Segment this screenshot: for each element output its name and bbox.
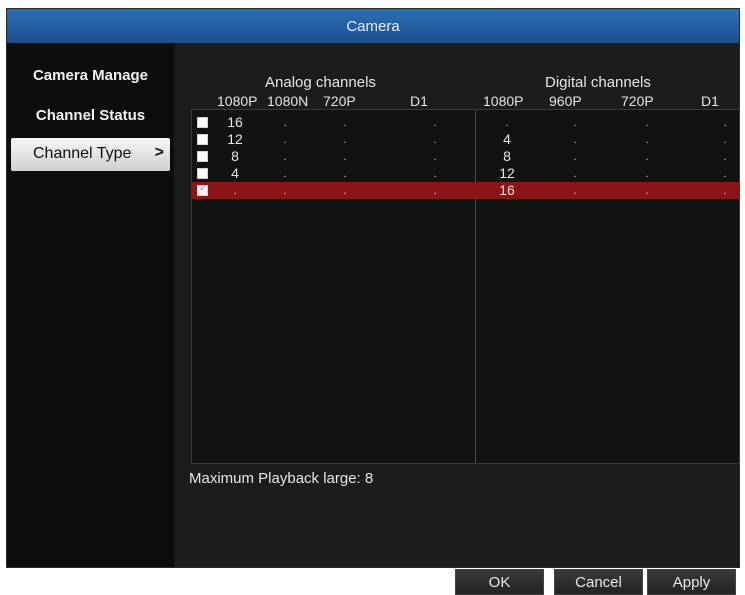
digital-cell: .: [645, 115, 649, 129]
digital-cell: 8: [503, 148, 511, 164]
analog-cell: .: [233, 183, 237, 197]
window-title: Camera: [7, 9, 739, 43]
apply-button[interactable]: Apply: [647, 569, 736, 595]
digital-channels-header: Digital channels: [545, 74, 651, 91]
analog-column-header: 1080N: [267, 93, 309, 109]
sidebar-item-camera-manage[interactable]: Camera Manage: [7, 67, 174, 84]
digital-cell: .: [573, 149, 577, 163]
digital-cell: 12: [499, 165, 515, 181]
digital-cell: .: [505, 115, 509, 129]
cancel-button[interactable]: Cancel: [554, 569, 643, 595]
sidebar-item-channel-status[interactable]: Channel Status: [7, 107, 174, 124]
digital-cell: .: [645, 183, 649, 197]
digital-cell: .: [723, 132, 727, 146]
digital-cell: .: [645, 132, 649, 146]
channel-type-grid: 16.......12...4...8...8...4...12.......1…: [191, 109, 740, 464]
row-checkbox[interactable]: [197, 117, 208, 128]
analog-cell: 8: [231, 148, 239, 164]
analog-cell: .: [343, 183, 347, 197]
table-row[interactable]: 4... 12...: [192, 165, 739, 182]
digital-cell: .: [723, 166, 727, 180]
digital-cell: .: [723, 115, 727, 129]
row-checkbox[interactable]: [197, 134, 208, 145]
analog-column-header: 1080P: [217, 93, 258, 109]
analog-cell: .: [283, 166, 287, 180]
digital-cell: .: [573, 115, 577, 129]
row-checkbox[interactable]: [197, 151, 208, 162]
digital-column-header: 1080P: [483, 93, 524, 109]
analog-cell: .: [433, 183, 437, 197]
sidebar-item-channel-type[interactable]: Channel Type >: [11, 138, 170, 171]
channel-type-panel: Analog channels Digital channels 1080P 1…: [174, 43, 740, 595]
analog-cell: 4: [231, 165, 239, 181]
digital-cell: .: [723, 149, 727, 163]
analog-cell: .: [433, 132, 437, 146]
analog-cell: .: [343, 166, 347, 180]
analog-cell: .: [283, 183, 287, 197]
digital-column-header: 960P: [549, 93, 582, 109]
table-row[interactable]: 16.......: [192, 114, 739, 131]
digital-cell: .: [573, 166, 577, 180]
table-row[interactable]: 12... 4...: [192, 131, 739, 148]
analog-cell: 12: [227, 131, 243, 147]
analog-channels-header: Analog channels: [265, 74, 376, 91]
ok-button[interactable]: OK: [455, 569, 544, 595]
analog-cell: .: [343, 149, 347, 163]
sidebar-item-label: Channel Type: [33, 145, 132, 162]
digital-column-header: D1: [701, 93, 719, 109]
analog-cell: .: [343, 132, 347, 146]
digital-cell: .: [573, 132, 577, 146]
digital-cell: .: [645, 149, 649, 163]
camera-window: Camera Camera Manage Channel Status Chan…: [6, 8, 740, 595]
digital-cell: .: [645, 166, 649, 180]
chevron-right-icon: >: [154, 144, 164, 161]
row-checkbox[interactable]: [197, 168, 208, 179]
table-row[interactable]: .... 16...: [192, 182, 739, 199]
table-row[interactable]: 8... 8...: [192, 148, 739, 165]
analog-cell: .: [283, 115, 287, 129]
digital-column-header: 720P: [621, 93, 654, 109]
analog-cell: .: [283, 149, 287, 163]
analog-cell: .: [433, 115, 437, 129]
analog-cell: 16: [227, 114, 243, 130]
sidebar: Camera Manage Channel Status Channel Typ…: [7, 43, 174, 567]
analog-cell: .: [283, 132, 287, 146]
digital-cell: 16: [499, 182, 515, 198]
analog-cell: .: [433, 149, 437, 163]
digital-cell: 4: [503, 131, 511, 147]
analog-cell: .: [433, 166, 437, 180]
digital-cell: .: [573, 183, 577, 197]
row-checkbox[interactable]: [197, 183, 208, 196]
analog-cell: .: [343, 115, 347, 129]
digital-cell: .: [723, 183, 727, 197]
analog-column-header: D1: [410, 93, 428, 109]
max-playback-label: Maximum Playback large: 8: [189, 470, 374, 487]
analog-column-header: 720P: [323, 93, 356, 109]
